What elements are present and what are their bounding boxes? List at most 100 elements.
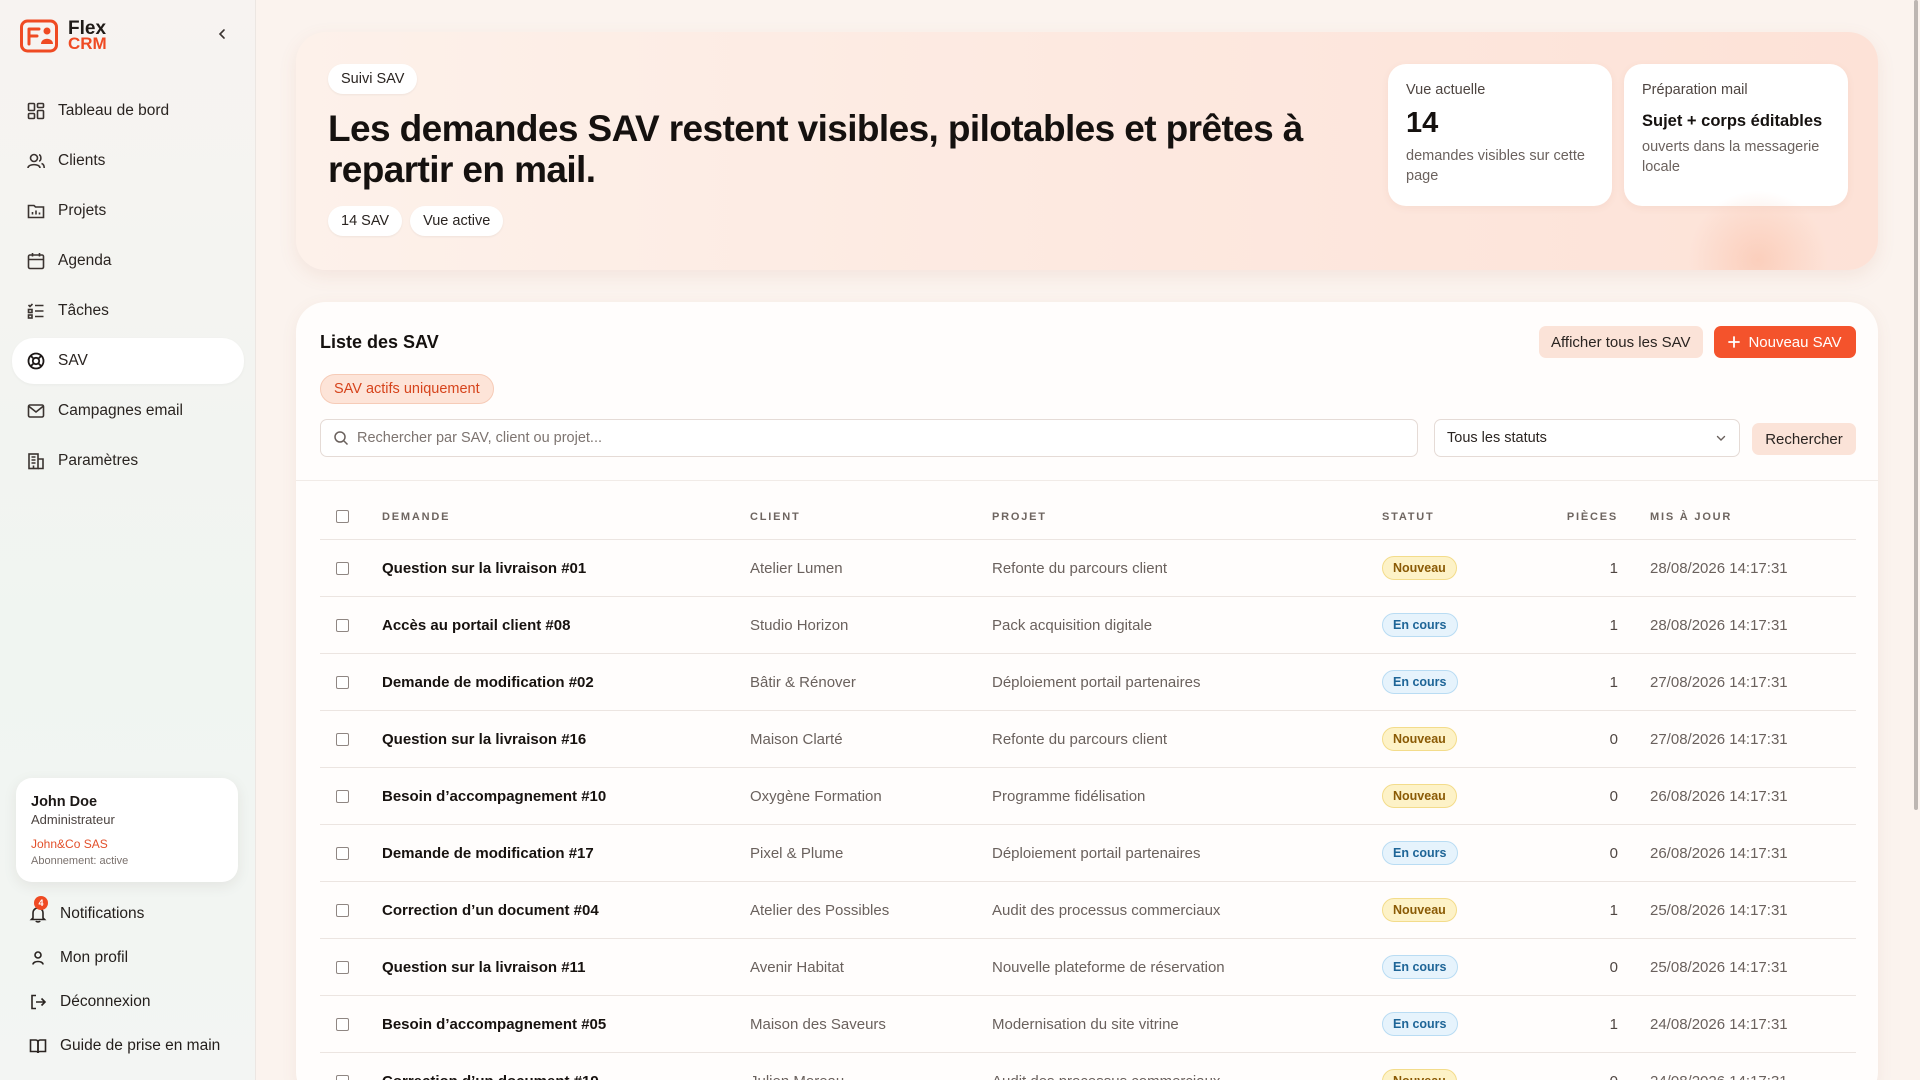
status-select-value: Tous les statuts	[1447, 430, 1547, 446]
search-button[interactable]: Rechercher	[1752, 423, 1856, 455]
cell-demande[interactable]: Correction d’un document #19	[382, 1073, 750, 1080]
cell-pieces: 0	[1526, 1073, 1618, 1080]
sidebar-item-clients[interactable]: Clients	[12, 138, 244, 184]
collapse-sidebar-button[interactable]	[212, 24, 232, 44]
cell-client: Maison Clarté	[750, 730, 843, 748]
row-checkbox[interactable]	[336, 732, 349, 746]
book-icon	[29, 1039, 47, 1054]
calendar-icon	[27, 253, 45, 270]
notifications-link[interactable]: 4 Notifications	[28, 892, 238, 936]
cell-demande[interactable]: Besoin d’accompagnement #05	[382, 1016, 750, 1033]
cell-demande[interactable]: Question sur la livraison #11	[382, 959, 750, 976]
user-role: Administrateur	[31, 812, 115, 827]
row-checkbox[interactable]	[336, 561, 349, 575]
sidebar-item-agenda[interactable]: Agenda	[12, 238, 244, 284]
building-icon	[28, 453, 44, 470]
sidebar-bottom-links: 4 Notifications Mon profil Déconnexion G…	[28, 892, 238, 1068]
logout-label: Déconnexion	[60, 993, 151, 1010]
column-header-client[interactable]: CLIENT	[750, 511, 992, 523]
guide-link[interactable]: Guide de prise en main	[28, 1024, 238, 1068]
table-row[interactable]: Besoin d’accompagnement #05 Maison des Sa…	[320, 996, 1856, 1053]
search-input[interactable]	[357, 430, 1397, 446]
cell-mis-a-jour: 26/08/2026 14:17:31	[1650, 787, 1788, 805]
subscription-status: Abonnement: active	[31, 855, 129, 867]
active-only-filter[interactable]: SAV actifs uniquement	[320, 374, 494, 404]
table-row[interactable]: Demande de modification #02 Bâtir & Rénov…	[320, 654, 1856, 711]
table-row[interactable]: Correction d’un document #19Julien Morea…	[320, 1053, 1856, 1080]
cell-projet: Modernisation du site vitrine	[992, 1015, 1179, 1033]
column-header-mis-a-jour[interactable]: MIS À JOUR	[1618, 511, 1856, 523]
status-badge: Nouveau	[1382, 1069, 1457, 1080]
sidebar-item-label: Agenda	[58, 252, 112, 269]
row-checkbox[interactable]	[336, 960, 349, 974]
stat-label: Vue actuelle	[1406, 82, 1486, 98]
users-icon	[27, 153, 45, 169]
table-row[interactable]: Question sur la livraison #11 Avenir Habi…	[320, 939, 1856, 996]
logout-link[interactable]: Déconnexion	[28, 980, 238, 1024]
brand-logo[interactable]: Flex CRM	[20, 18, 107, 54]
sav-list-panel: Liste des SAV Afficher tous les SAV Nouv…	[296, 302, 1878, 1080]
cell-mis-a-jour: 28/08/2026 14:17:31	[1650, 616, 1788, 634]
sidebar-item-campagnes[interactable]: Campagnes email	[12, 388, 244, 434]
user-card[interactable]: John Doe Administrateur John&Co SAS Abon…	[16, 778, 238, 882]
cell-demande[interactable]: Accès au portail client #08	[382, 617, 750, 634]
cell-demande[interactable]: Question sur la livraison #16	[382, 731, 750, 748]
profile-link[interactable]: Mon profil	[28, 936, 238, 980]
column-header-pieces[interactable]: PIÈCES	[1526, 511, 1618, 523]
stat-description: ouverts dans la messagerie locale	[1642, 139, 1820, 175]
cell-mis-a-jour: 25/08/2026 14:17:31	[1650, 958, 1788, 976]
table-row[interactable]: Question sur la livraison #01 Atelier Lum…	[320, 540, 1856, 597]
sidebar-item-dashboard[interactable]: Tableau de bord	[12, 88, 244, 134]
stat-label: Préparation mail	[1642, 82, 1748, 98]
sidebar-item-label: Projets	[58, 202, 107, 219]
cell-demande[interactable]: Demande de modification #02	[382, 674, 750, 691]
show-all-sav-button[interactable]: Afficher tous les SAV	[1539, 326, 1703, 358]
cell-demande[interactable]: Demande de modification #17	[382, 845, 750, 862]
stat-description: demandes visibles sur cette page	[1406, 148, 1585, 184]
new-sav-button[interactable]: Nouveau SAV	[1714, 326, 1856, 358]
status-select[interactable]: Tous les statuts	[1434, 419, 1740, 457]
folder-chart-icon	[27, 204, 45, 219]
column-header-projet[interactable]: PROJET	[992, 511, 1382, 523]
cell-pieces: 1	[1609, 673, 1618, 691]
sidebar-item-projets[interactable]: Projets	[12, 188, 244, 234]
status-badge: En cours	[1382, 955, 1458, 979]
row-checkbox[interactable]	[336, 1074, 349, 1080]
table-row[interactable]: Demande de modification #17 Pixel & Plume…	[320, 825, 1856, 882]
hero-banner: Suivi SAV Les demandes SAV restent visib…	[296, 32, 1878, 270]
sidebar-item-label: Paramètres	[58, 452, 139, 469]
column-header-demande[interactable]: DEMANDE	[382, 511, 750, 523]
cell-client: Julien Moreau	[750, 1073, 992, 1080]
cell-demande[interactable]: Besoin d’accompagnement #10	[382, 788, 750, 805]
cell-projet: Déploiement portail partenaires	[992, 844, 1201, 862]
flexcrm-logo-icon	[20, 19, 58, 53]
row-checkbox[interactable]	[336, 675, 349, 689]
dashboard-icon	[27, 102, 45, 120]
active-view-pill: Vue active	[410, 206, 504, 236]
profile-label: Mon profil	[60, 949, 129, 966]
table-row[interactable]: Besoin d’accompagnement #10 Oxygène Forma…	[320, 768, 1856, 825]
page-title: Les demandes SAV restent visibles, pilot…	[328, 108, 1303, 190]
search-field[interactable]	[320, 419, 1418, 457]
row-checkbox[interactable]	[336, 1017, 349, 1031]
sidebar-item-sav[interactable]: SAV	[12, 338, 244, 384]
sidebar-item-parametres[interactable]: Paramètres	[12, 438, 244, 484]
column-header-statut[interactable]: STATUT	[1382, 511, 1526, 523]
row-checkbox[interactable]	[336, 789, 349, 803]
cell-client: Bâtir & Rénover	[750, 673, 856, 691]
row-checkbox[interactable]	[336, 618, 349, 632]
table-row[interactable]: Correction d’un document #04 Atelier des …	[320, 882, 1856, 939]
cell-projet: Audit des processus commerciaux	[992, 1073, 1382, 1080]
table-row[interactable]: Question sur la livraison #16 Maison Clar…	[320, 711, 1856, 768]
sidebar-item-taches[interactable]: Tâches	[12, 288, 244, 334]
select-all-checkbox[interactable]	[336, 510, 349, 523]
cell-demande[interactable]: Question sur la livraison #01	[382, 560, 750, 577]
row-checkbox[interactable]	[336, 903, 349, 917]
sav-table: DEMANDE CLIENT PROJET STATUT PIÈCES MIS …	[320, 494, 1856, 1080]
table-row[interactable]: Accès au portail client #08 Studio Horizo…	[320, 597, 1856, 654]
cell-demande[interactable]: Correction d’un document #04	[382, 902, 750, 919]
notification-count-badge: 4	[34, 896, 48, 910]
table-body: Question sur la livraison #01 Atelier Lum…	[320, 540, 1856, 1080]
row-checkbox[interactable]	[336, 846, 349, 860]
page-scrollbar[interactable]	[1914, 0, 1918, 810]
